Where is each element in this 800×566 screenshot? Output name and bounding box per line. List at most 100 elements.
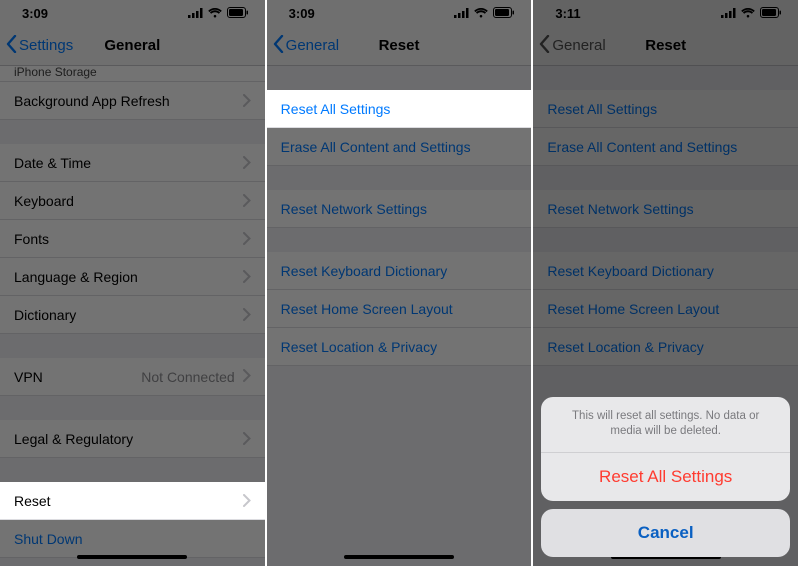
nav-title: Reset	[645, 37, 686, 54]
wifi-icon	[208, 6, 222, 21]
button-label: Cancel	[638, 523, 694, 543]
row-reset-all-settings[interactable]: Reset All Settings	[533, 90, 798, 128]
settings-list: iPhone Storage Background App Refresh Da…	[0, 66, 265, 558]
button-label: Reset All Settings	[599, 467, 732, 487]
reset-list: Reset All Settings Erase All Content and…	[533, 66, 798, 366]
chevron-right-icon	[243, 94, 251, 107]
wifi-icon	[474, 6, 488, 21]
screen-general: 3:09 Settings General iPhone Storage Bac…	[0, 0, 267, 566]
row-background-app-refresh[interactable]: Background App Refresh	[0, 82, 265, 120]
status-icons	[188, 6, 249, 21]
chevron-right-icon	[243, 194, 251, 207]
row-label: Erase All Content and Settings	[547, 139, 737, 155]
action-sheet: This will reset all settings. No data or…	[541, 397, 790, 557]
back-label: General	[552, 37, 605, 54]
cancel-button[interactable]: Cancel	[541, 509, 790, 557]
row-reset[interactable]: Reset	[0, 482, 265, 520]
battery-icon	[227, 6, 249, 21]
row-label: VPN	[14, 369, 43, 385]
row-shut-down[interactable]: Shut Down	[0, 520, 265, 558]
nav-title: General	[104, 37, 160, 54]
reset-all-settings-button[interactable]: Reset All Settings	[541, 453, 790, 501]
row-reset-location[interactable]: Reset Location & Privacy	[267, 328, 532, 366]
chevron-right-icon	[243, 232, 251, 245]
row-reset-home[interactable]: Reset Home Screen Layout	[267, 290, 532, 328]
row-label: Shut Down	[14, 531, 82, 547]
row-reset-home[interactable]: Reset Home Screen Layout	[533, 290, 798, 328]
back-button[interactable]: Settings	[6, 35, 73, 57]
battery-icon	[760, 6, 782, 21]
row-label: Reset Network Settings	[547, 201, 693, 217]
status-icons	[454, 6, 515, 21]
action-sheet-card: This will reset all settings. No data or…	[541, 397, 790, 501]
chevron-left-icon	[6, 35, 17, 57]
row-label: Fonts	[14, 231, 49, 247]
row-label: Dictionary	[14, 307, 76, 323]
row-label: Reset	[14, 493, 51, 509]
row-date-time[interactable]: Date & Time	[0, 144, 265, 182]
back-button[interactable]: General	[273, 35, 339, 57]
row-label: Reset Keyboard Dictionary	[281, 263, 448, 279]
row-language-region[interactable]: Language & Region	[0, 258, 265, 296]
cellular-icon	[188, 6, 203, 21]
screen-reset: 3:09 General Reset Reset All Settings Er…	[267, 0, 534, 566]
chevron-right-icon	[243, 494, 251, 507]
wifi-icon	[741, 6, 755, 21]
back-label: General	[286, 37, 339, 54]
chevron-right-icon	[243, 270, 251, 283]
chevron-right-icon	[243, 308, 251, 321]
row-value: Not Connected	[141, 369, 234, 385]
row-reset-location[interactable]: Reset Location & Privacy	[533, 328, 798, 366]
status-time: 3:11	[555, 6, 580, 21]
row-label: Reset Location & Privacy	[547, 339, 703, 355]
back-label: Settings	[19, 37, 73, 54]
chevron-right-icon	[243, 156, 251, 169]
nav-bar: General Reset	[267, 26, 532, 66]
row-label: Language & Region	[14, 269, 138, 285]
row-label: Reset All Settings	[547, 101, 657, 117]
row-reset-network[interactable]: Reset Network Settings	[267, 190, 532, 228]
back-button[interactable]: General	[539, 35, 605, 57]
status-bar: 3:09	[267, 0, 532, 26]
row-reset-all-settings[interactable]: Reset All Settings	[267, 90, 532, 128]
row-label: Reset Keyboard Dictionary	[547, 263, 714, 279]
home-indicator[interactable]	[77, 555, 187, 559]
chevron-right-icon	[243, 369, 251, 385]
cellular-icon	[454, 6, 469, 21]
nav-bar: General Reset	[533, 26, 798, 66]
row-iphone-storage[interactable]: iPhone Storage	[0, 66, 265, 82]
row-label: Keyboard	[14, 193, 74, 209]
row-label: Reset Home Screen Layout	[281, 301, 453, 317]
row-reset-keyboard[interactable]: Reset Keyboard Dictionary	[267, 252, 532, 290]
battery-icon	[493, 6, 515, 21]
chevron-right-icon	[243, 432, 251, 445]
row-label: Background App Refresh	[14, 93, 170, 109]
row-label: Erase All Content and Settings	[281, 139, 471, 155]
row-dictionary[interactable]: Dictionary	[0, 296, 265, 334]
row-reset-network[interactable]: Reset Network Settings	[533, 190, 798, 228]
status-time: 3:09	[22, 6, 48, 21]
row-erase-all[interactable]: Erase All Content and Settings	[267, 128, 532, 166]
status-icons	[721, 6, 782, 21]
screen-reset-confirm: 3:11 General Reset Reset All Settings Er…	[533, 0, 800, 566]
row-label: Reset All Settings	[281, 101, 391, 117]
nav-title: Reset	[379, 37, 420, 54]
row-label: Legal & Regulatory	[14, 431, 133, 447]
row-label: Reset Home Screen Layout	[547, 301, 719, 317]
row-keyboard[interactable]: Keyboard	[0, 182, 265, 220]
row-label: Date & Time	[14, 155, 91, 171]
status-time: 3:09	[289, 6, 315, 21]
chevron-left-icon	[539, 35, 550, 57]
row-reset-keyboard[interactable]: Reset Keyboard Dictionary	[533, 252, 798, 290]
nav-bar: Settings General	[0, 26, 265, 66]
row-fonts[interactable]: Fonts	[0, 220, 265, 258]
chevron-left-icon	[273, 35, 284, 57]
row-legal-regulatory[interactable]: Legal & Regulatory	[0, 420, 265, 458]
row-label: Reset Location & Privacy	[281, 339, 437, 355]
home-indicator[interactable]	[344, 555, 454, 559]
status-bar: 3:09	[0, 0, 265, 26]
row-erase-all[interactable]: Erase All Content and Settings	[533, 128, 798, 166]
status-bar: 3:11	[533, 0, 798, 26]
row-label: Reset Network Settings	[281, 201, 427, 217]
row-vpn[interactable]: VPN Not Connected	[0, 358, 265, 396]
